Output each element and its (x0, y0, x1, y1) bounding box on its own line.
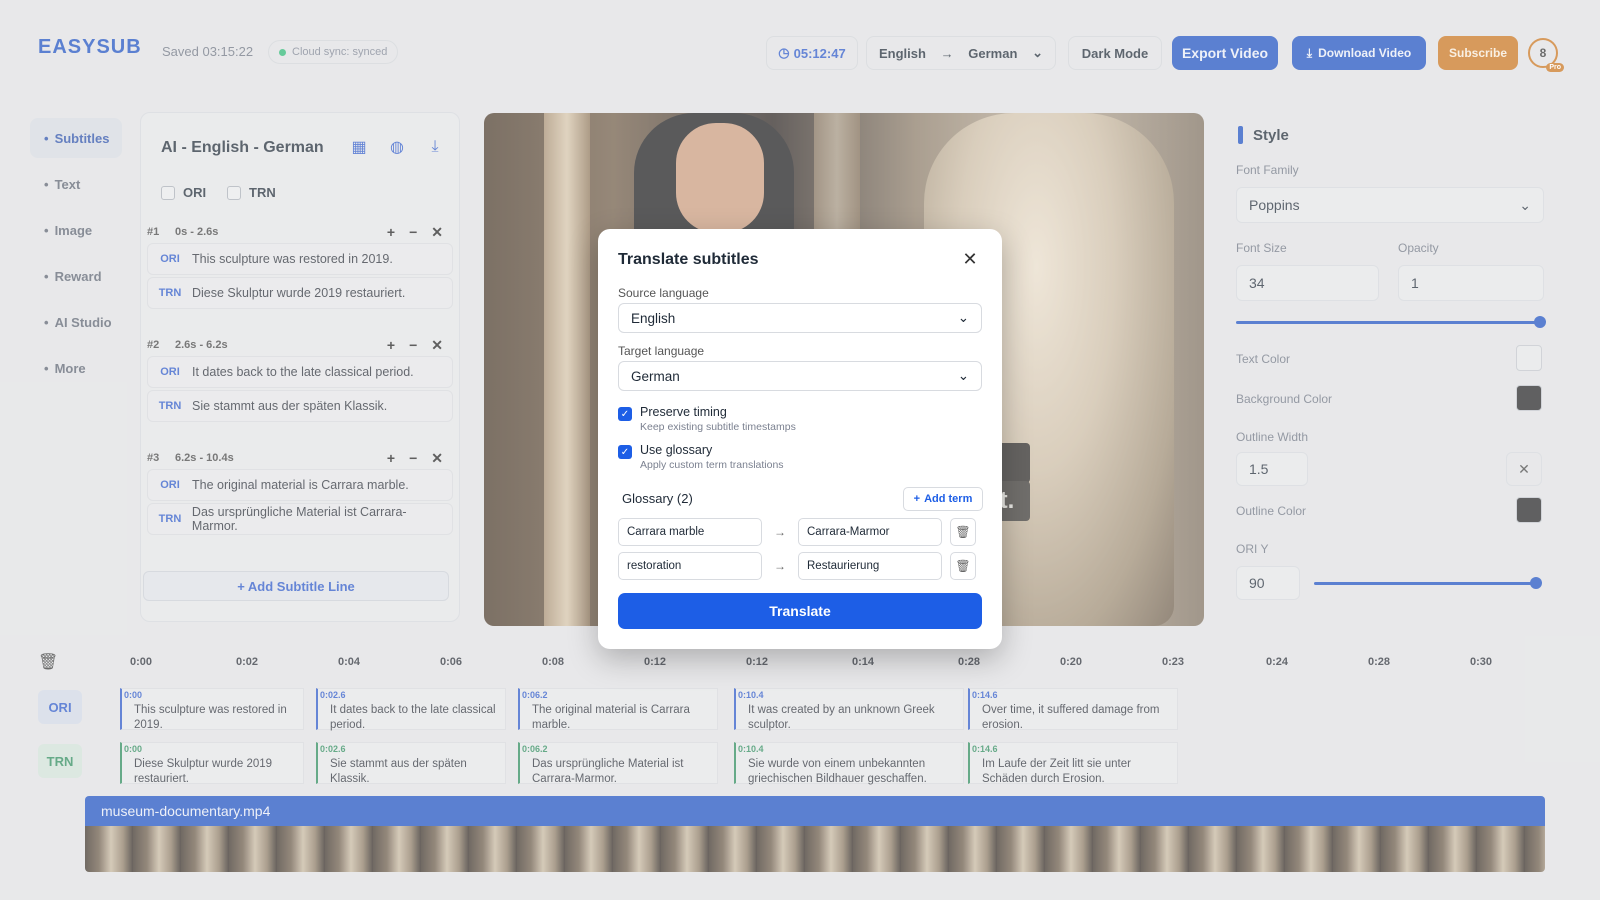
glossary-title: Glossary (2) (622, 491, 693, 506)
glossary-target-input[interactable]: Carrara-Marmor (798, 518, 942, 546)
translate-dialog: Translate subtitles ✕ Source language En… (598, 229, 1002, 649)
target-language-select[interactable]: German ⌄ (618, 361, 982, 391)
glossary-row: Carrara marble → Carrara-Marmor 🗑 (618, 518, 976, 546)
arrow-right-icon: → (774, 525, 786, 539)
chevron-down-icon: ⌄ (957, 310, 969, 325)
add-term-button[interactable]: + Add term (903, 487, 983, 511)
plus-icon: + (913, 493, 921, 505)
glossary-source-input[interactable]: Carrara marble (618, 518, 762, 546)
trash-icon[interactable]: 🗑 (950, 552, 976, 580)
use-glossary-checkbox[interactable]: ✓ Use glossary Apply custom term translat… (618, 443, 784, 471)
target-language-label: Target language (618, 344, 705, 358)
glossary-row: restoration → Restaurierung 🗑 (618, 552, 976, 580)
check-icon: ✓ (618, 407, 632, 421)
chevron-down-icon: ⌄ (957, 368, 969, 383)
source-language-label: Source language (618, 286, 709, 300)
check-icon: ✓ (618, 445, 632, 459)
preserve-timing-checkbox[interactable]: ✓ Preserve timing Keep existing subtitle … (618, 405, 796, 433)
glossary-source-input[interactable]: restoration (618, 552, 762, 580)
close-icon[interactable]: ✕ (958, 247, 982, 271)
source-language-select[interactable]: English ⌄ (618, 303, 982, 333)
arrow-right-icon: → (774, 559, 786, 573)
trash-icon[interactable]: 🗑 (950, 518, 976, 546)
glossary-target-input[interactable]: Restaurierung (798, 552, 942, 580)
translate-button[interactable]: Translate (618, 593, 982, 629)
dialog-title: Translate subtitles (618, 251, 759, 268)
